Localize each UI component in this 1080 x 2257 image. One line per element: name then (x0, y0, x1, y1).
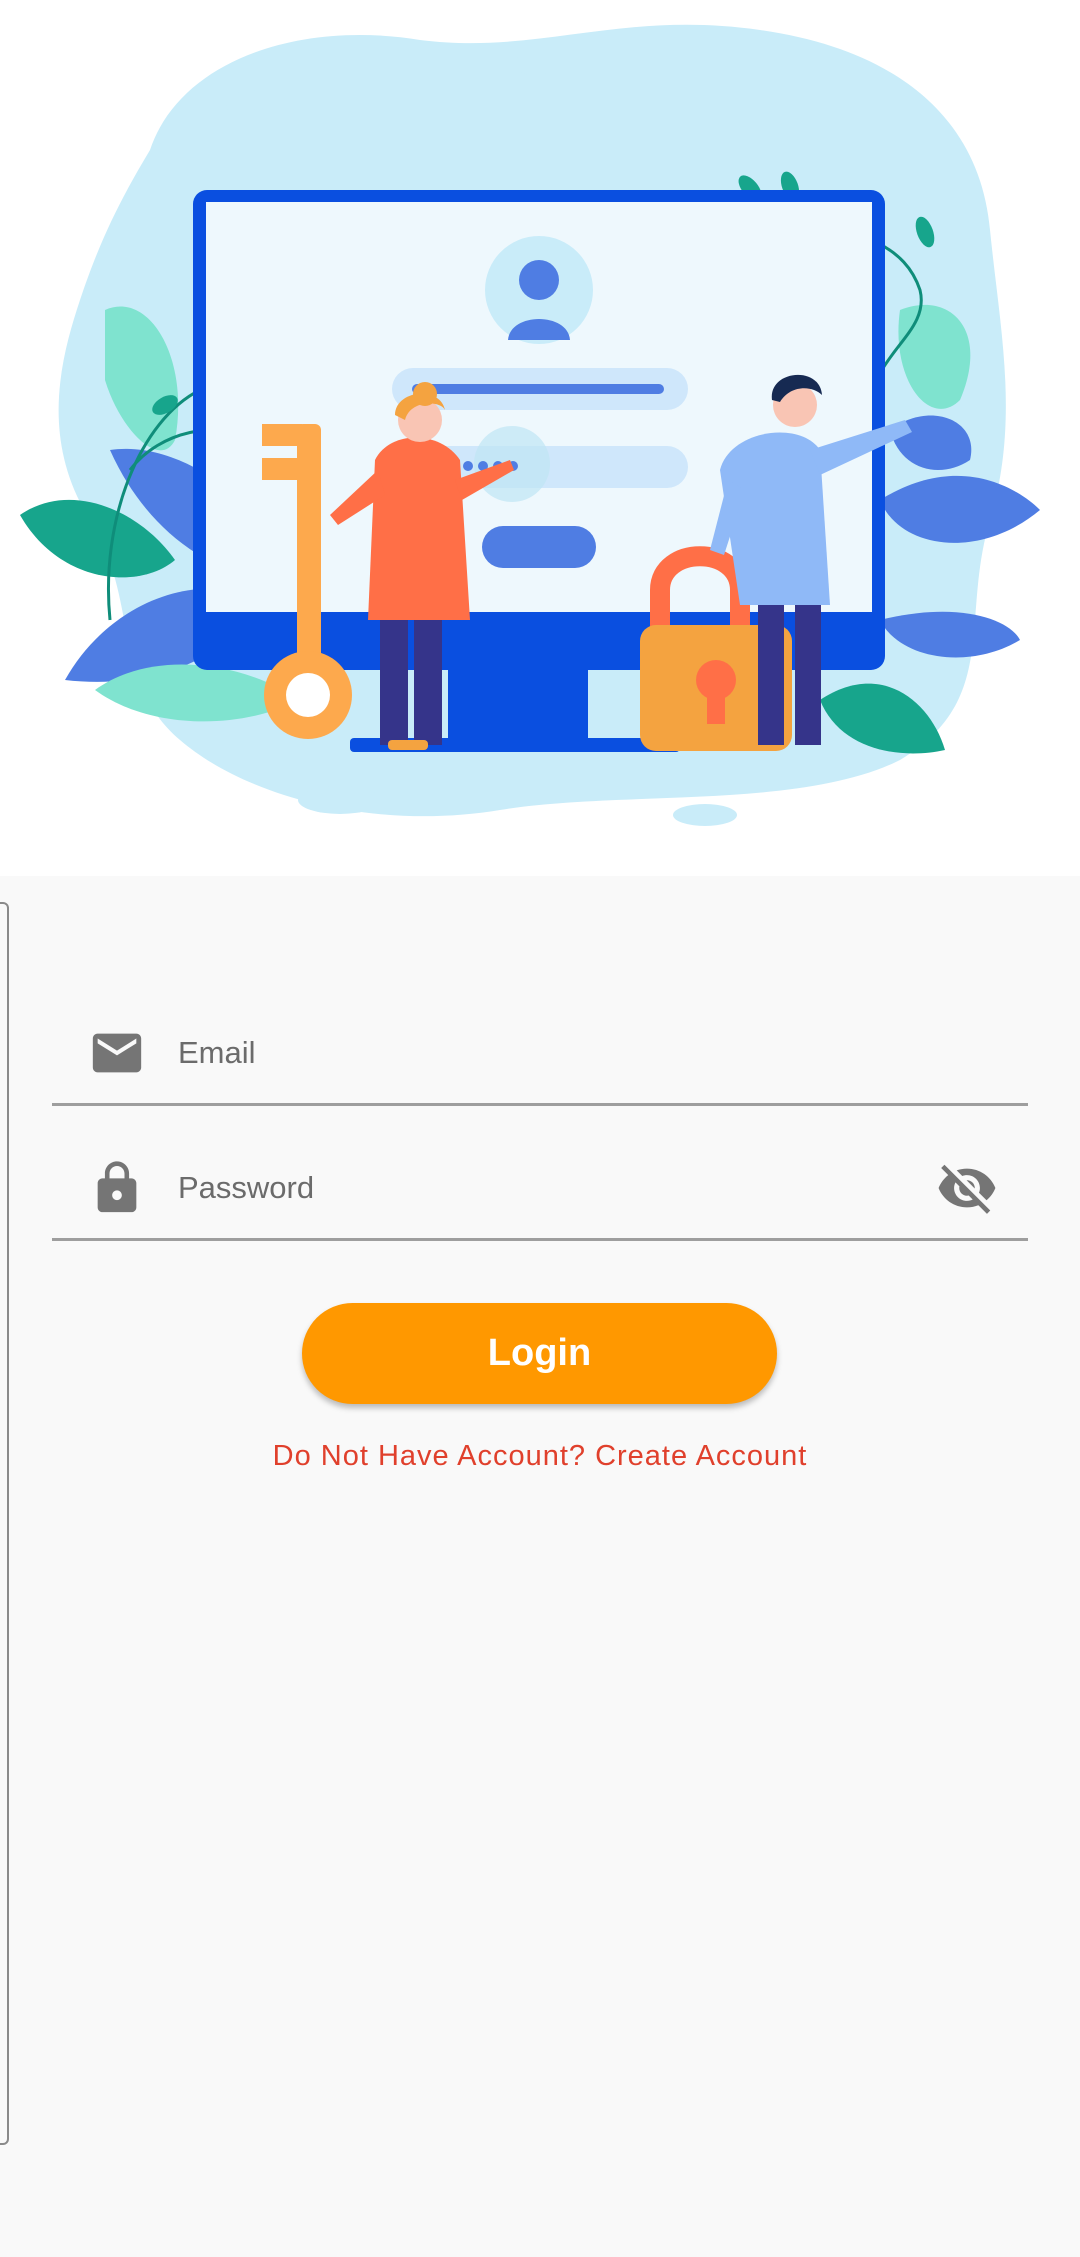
password-input[interactable] (178, 1138, 948, 1238)
visibility-off-icon[interactable] (936, 1157, 998, 1219)
drawer-edge (0, 902, 9, 2145)
login-button[interactable]: Login (302, 1303, 777, 1404)
mail-icon (92, 1033, 142, 1073)
lock-icon (97, 1161, 137, 1213)
password-field[interactable] (52, 1138, 1028, 1241)
email-field[interactable] (52, 1003, 1028, 1106)
email-input[interactable] (178, 1003, 948, 1103)
create-account-link[interactable]: Do Not Have Account? Create Account (0, 1440, 1080, 1473)
hero-illustration (0, 0, 1080, 876)
